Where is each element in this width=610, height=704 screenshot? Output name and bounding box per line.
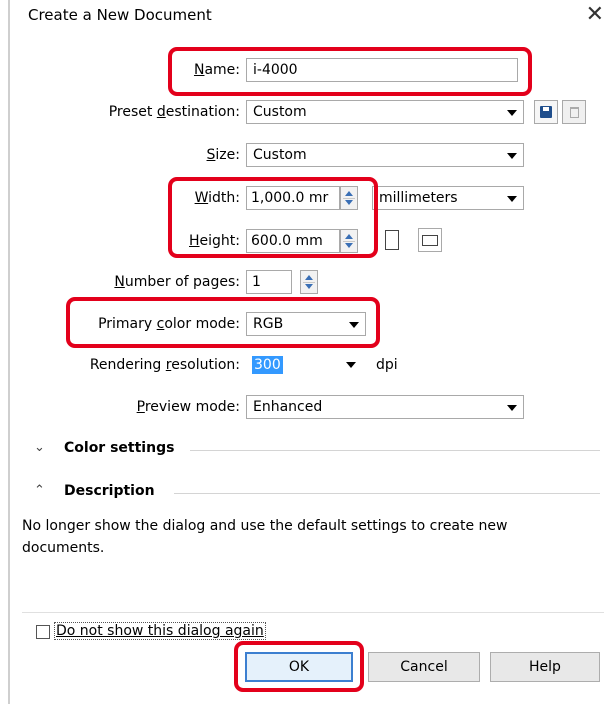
highlight-dimensions xyxy=(168,177,378,258)
preset-destination-label: Preset destination: xyxy=(108,104,240,120)
description-header[interactable]: Description xyxy=(64,483,155,499)
chevron-double-down-icon[interactable]: ⌄︎ xyxy=(34,440,45,455)
pages-label: Number of pages: xyxy=(114,274,240,290)
dont-show-checkbox[interactable] xyxy=(36,625,50,639)
description-divider xyxy=(174,493,600,494)
resolution-combo[interactable]: 300 xyxy=(246,353,366,377)
preview-mode-label: Preview mode: xyxy=(136,399,240,415)
dialog-title: Create a New Document xyxy=(28,6,212,24)
footer-divider xyxy=(22,612,604,613)
landscape-orientation-icon[interactable] xyxy=(418,228,442,252)
size-label: Size: xyxy=(206,147,240,163)
chevron-double-up-icon[interactable]: ⌃︎ xyxy=(34,483,45,498)
description-text: No longer show the dialog and use the de… xyxy=(22,518,508,556)
cancel-button[interactable]: Cancel xyxy=(368,652,480,682)
preview-mode-select[interactable]: Enhanced xyxy=(246,395,524,419)
help-button[interactable]: Help xyxy=(490,652,600,682)
resolution-label: Rendering resolution: xyxy=(89,357,240,373)
pages-spinner[interactable] xyxy=(300,270,318,294)
highlight-name xyxy=(168,47,532,96)
units-select[interactable]: millimeters xyxy=(372,186,524,210)
resolution-value[interactable]: 300 xyxy=(252,356,283,374)
portrait-orientation-icon[interactable] xyxy=(385,230,399,250)
save-preset-icon[interactable] xyxy=(534,100,558,124)
pages-input[interactable]: 1 xyxy=(246,270,292,294)
resolution-unit: dpi xyxy=(376,357,398,373)
highlight-color-mode xyxy=(66,297,380,348)
highlight-ok xyxy=(234,641,364,692)
delete-preset-icon[interactable] xyxy=(562,100,586,124)
preset-destination-select[interactable]: Custom xyxy=(246,100,524,124)
window-edge xyxy=(0,0,10,704)
size-select[interactable]: Custom xyxy=(246,143,524,167)
color-settings-divider xyxy=(190,450,600,451)
color-settings-header[interactable]: Color settings xyxy=(64,440,174,456)
close-icon[interactable]: ✕ xyxy=(586,0,604,30)
dont-show-label[interactable]: Do not show this dialog again xyxy=(54,622,266,640)
